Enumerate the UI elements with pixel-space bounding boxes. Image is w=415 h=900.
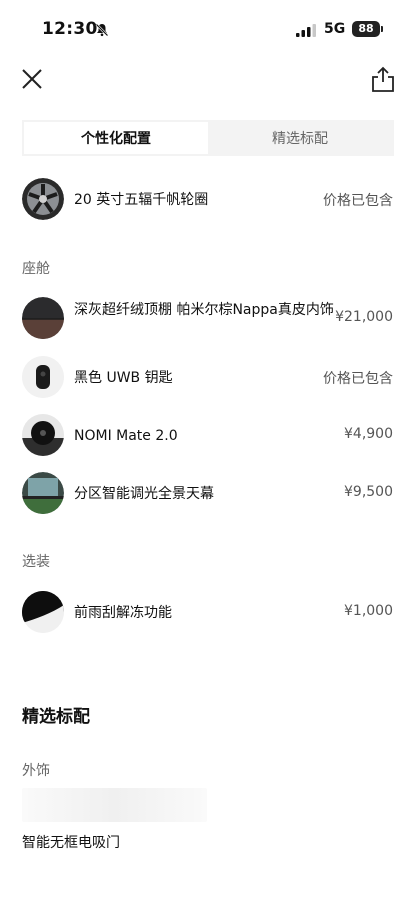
item-price: ¥9,500 [344, 484, 393, 500]
item-price: ¥21,000 [335, 309, 393, 325]
section-title-options: 选装 [22, 554, 50, 570]
network-label: 5G [324, 21, 346, 37]
item-price: 价格已包含 [323, 371, 393, 387]
wiper-thumbnail [22, 591, 64, 633]
status-bar: 12:30 5G 88 [0, 0, 415, 52]
item-name: 深灰超纤绒顶棚 帕米尔棕Nappa真皮内饰 [74, 302, 334, 318]
signal-icon [296, 24, 316, 37]
list-item-interior[interactable]: 深灰超纤绒顶棚 帕米尔棕Nappa真皮内饰 ¥21,000 [0, 297, 415, 341]
sunroof-thumbnail [22, 472, 64, 514]
item-name: NOMI Mate 2.0 [74, 428, 178, 444]
nav-bar [0, 55, 415, 105]
list-item-nomi[interactable]: NOMI Mate 2.0 ¥4,900 [0, 414, 415, 458]
section-title-cabin: 座舱 [22, 261, 50, 277]
battery-icon: 88 [352, 21, 383, 37]
nomi-thumbnail [22, 414, 64, 456]
list-item-wiper[interactable]: 前雨刮解冻功能 ¥1,000 [0, 591, 415, 635]
status-time: 12:30 [42, 19, 98, 39]
item-price: 价格已包含 [323, 193, 393, 209]
interior-thumbnail [22, 297, 64, 339]
wheel-thumbnail [22, 178, 64, 220]
item-name: 分区智能调光全景天幕 [74, 486, 214, 502]
item-price: ¥4,900 [344, 426, 393, 442]
silent-bell-icon [95, 23, 109, 37]
uwb-key-thumbnail [22, 356, 64, 398]
tab-bar: 个性化配置 精选标配 [22, 120, 394, 156]
share-icon[interactable] [370, 65, 396, 93]
close-icon[interactable] [20, 67, 44, 91]
list-item-sunroof[interactable]: 分区智能调光全景天幕 ¥9,500 [0, 472, 415, 516]
image-placeholder [22, 788, 207, 822]
subsection-title-exterior: 外饰 [22, 763, 50, 779]
item-name: 前雨刮解冻功能 [74, 605, 172, 621]
tab-personalized-config[interactable]: 个性化配置 [24, 122, 208, 154]
exterior-item-frameless-door: 智能无框电吸门 [22, 835, 120, 851]
list-item-wheel[interactable]: 20 英寸五辐千帆轮圈 价格已包含 [0, 178, 415, 222]
section-title-standard: 精选标配 [22, 707, 90, 727]
item-name: 20 英寸五辐千帆轮圈 [74, 192, 209, 208]
tab-standard-config[interactable]: 精选标配 [208, 122, 392, 154]
list-item-uwb-key[interactable]: 黑色 UWB 钥匙 价格已包含 [0, 356, 415, 400]
item-name: 黑色 UWB 钥匙 [74, 370, 173, 386]
item-price: ¥1,000 [344, 603, 393, 619]
